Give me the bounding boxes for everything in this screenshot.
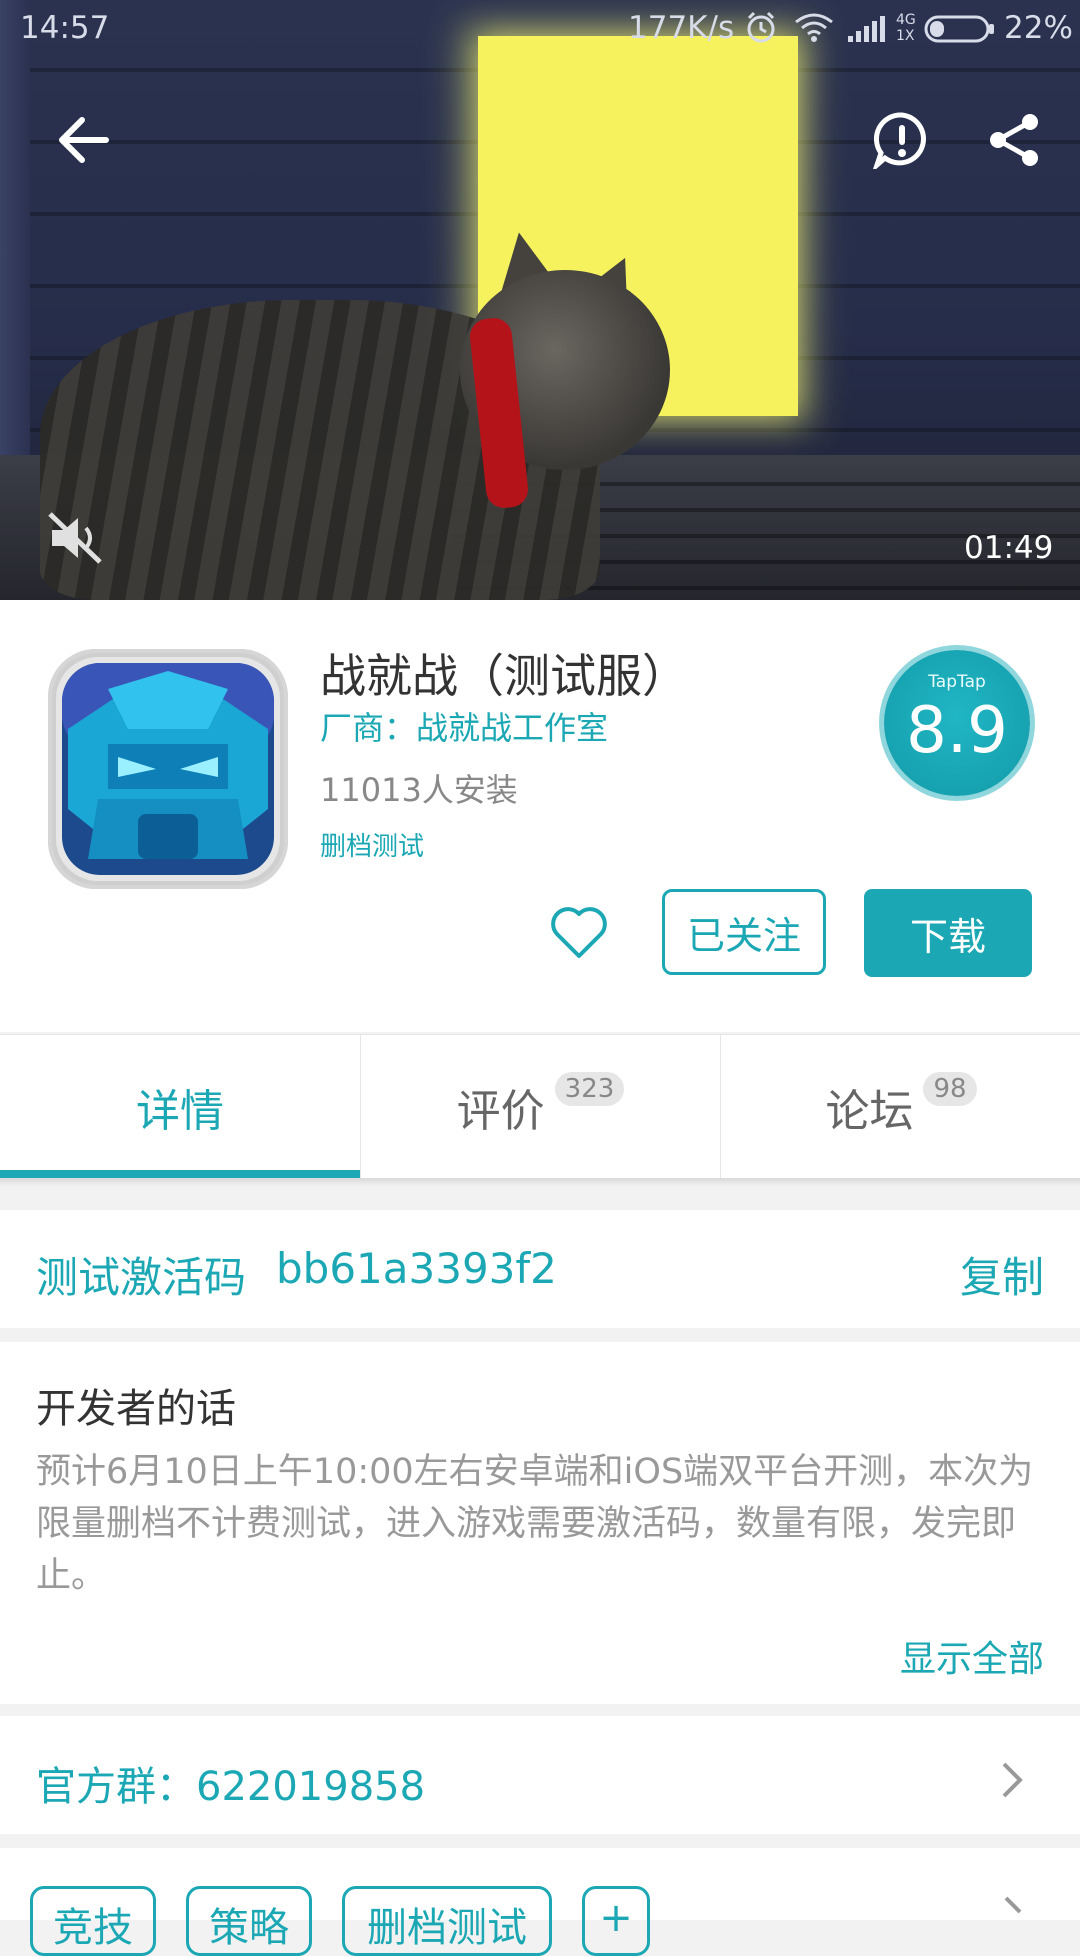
battery-icon (924, 14, 996, 52)
activation-code: bb61a3393f2 (276, 1244, 557, 1293)
mute-button[interactable] (44, 512, 106, 568)
tag-add-button[interactable]: + (582, 1886, 650, 1956)
app-installs: 11013人安装 (320, 771, 518, 809)
net-type-bottom: 1X (896, 28, 915, 44)
rating-score: 8.9 (906, 694, 1008, 768)
follow-button[interactable]: 已关注 (662, 889, 826, 975)
show-all-link[interactable]: 显示全部 (900, 1630, 1044, 1682)
tag-chip[interactable]: 竞技 (30, 1886, 156, 1956)
tag-chip[interactable]: 策略 (186, 1886, 312, 1956)
video-player[interactable]: 14:57 177K/s 4G 1X 22% 01:49 (0, 0, 1080, 600)
status-net-speed: 177K/s (628, 10, 735, 46)
status-bar: 14:57 177K/s 4G 1X 22% (0, 0, 1080, 60)
favorite-button[interactable] (549, 904, 609, 960)
status-time: 14:57 (20, 10, 110, 46)
developer-text: 预计6月10日上午10:00左右安卓端和iOS端双平台开测，本次为限量删档不计费… (36, 1452, 1034, 1596)
share-icon (986, 112, 1042, 172)
net-type-top: 4G (896, 12, 916, 28)
app-icon[interactable] (48, 649, 288, 889)
wifi-icon (794, 12, 834, 52)
activation-label: 测试激活码 (36, 1253, 247, 1302)
tab-forum[interactable]: 论坛 98 (720, 1035, 1080, 1179)
app-test-tag: 删档测试 (320, 832, 425, 862)
share-button[interactable] (984, 112, 1044, 172)
download-button[interactable]: 下载 (864, 889, 1032, 977)
group-text: 官方群：622019858 (36, 1764, 426, 1810)
rating-badge[interactable]: TapTap 8.9 (884, 650, 1030, 796)
tab-bar: 详情 评价 323 论坛 98 (0, 1034, 1080, 1179)
developer-title: 开发者的话 (36, 1386, 236, 1432)
signal-icon (848, 14, 888, 52)
status-battery: 22% (1004, 10, 1073, 46)
tab-reviews[interactable]: 评价 323 (360, 1035, 720, 1179)
heart-icon (549, 907, 609, 964)
tab-badge: 98 (923, 1072, 977, 1106)
mute-icon (46, 510, 104, 570)
alarm-icon (744, 10, 778, 52)
tab-badge: 323 (554, 1072, 625, 1106)
copy-button[interactable]: 复制 (960, 1244, 1044, 1305)
app-title: 战就战（测试服） (320, 649, 688, 703)
back-arrow-icon (58, 114, 110, 170)
tab-underline (0, 1170, 360, 1178)
tab-label: 详情 (136, 1086, 224, 1137)
video-duration: 01:49 (964, 530, 1054, 566)
rating-brand: TapTap (928, 672, 986, 692)
tab-details[interactable]: 详情 (0, 1035, 360, 1179)
chevron-right-icon (996, 1760, 1026, 1800)
tag-chip[interactable]: 删档测试 (342, 1886, 552, 1956)
report-icon (871, 111, 931, 173)
net-type: 4G 1X (896, 12, 916, 44)
report-button[interactable] (871, 111, 932, 173)
tab-label: 论坛 (825, 1086, 914, 1137)
back-button[interactable] (54, 112, 114, 172)
tab-shadow (0, 1178, 1080, 1186)
app-vendor[interactable]: 厂商：战就战工作室 (320, 703, 608, 749)
tab-label: 评价 (456, 1086, 545, 1137)
video-post (0, 0, 30, 470)
